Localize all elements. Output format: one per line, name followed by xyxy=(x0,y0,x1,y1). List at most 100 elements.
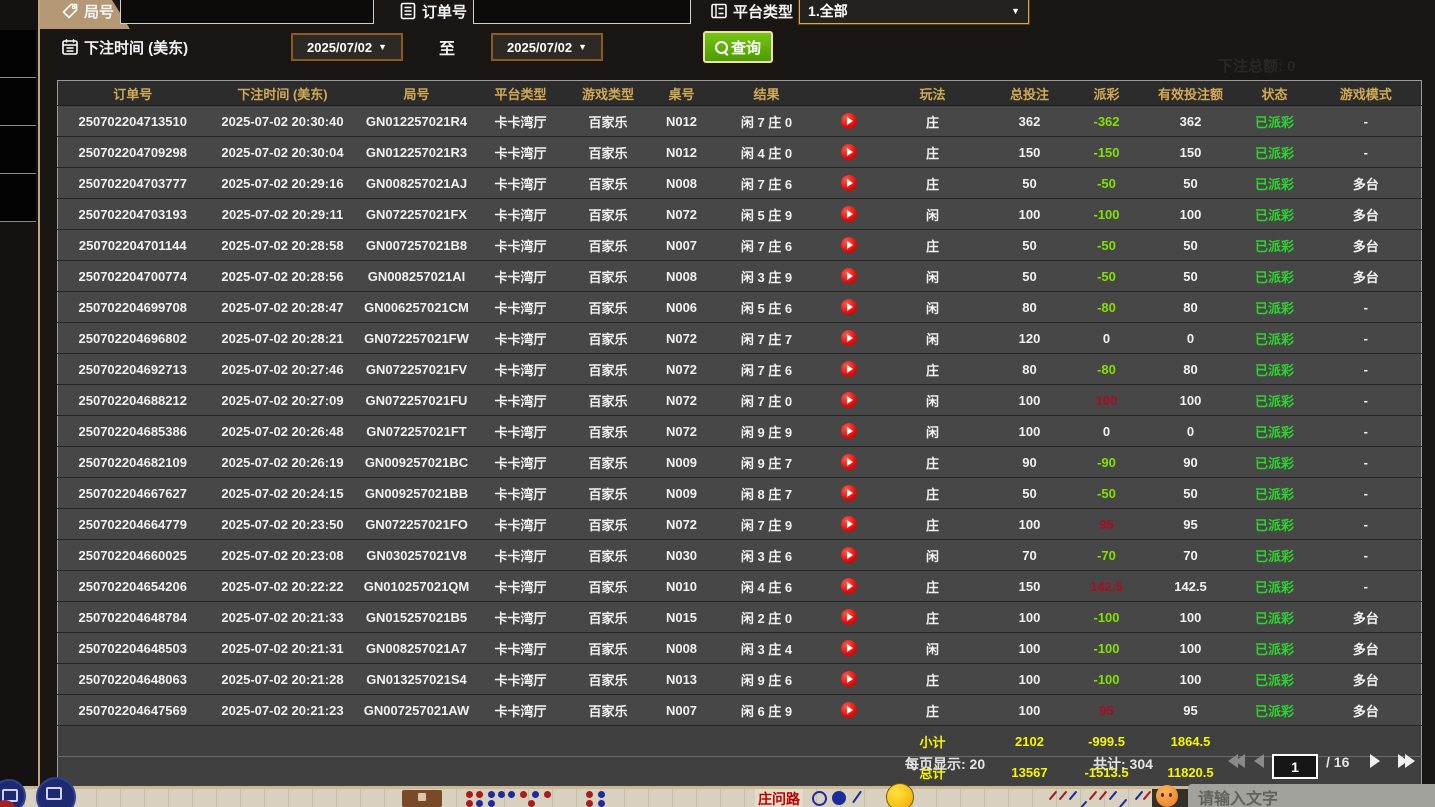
cell-platform: 卡卡湾厅 xyxy=(475,384,566,416)
cell-time: 2025-07-02 20:24:15 xyxy=(207,477,358,509)
replay-button[interactable] xyxy=(840,609,857,626)
replay-button[interactable] xyxy=(840,144,857,161)
table-row: 250702204709298 2025-07-02 20:30:04 GN0122… xyxy=(57,136,1422,168)
cell-payout: 142.5 xyxy=(1070,570,1143,602)
cell-bet: 庄 xyxy=(876,570,989,602)
table-row: 250702204696802 2025-07-02 20:28:21 GN0722… xyxy=(57,322,1422,354)
background-menu-box xyxy=(0,30,36,78)
cell-bet: 闲 xyxy=(876,415,989,447)
table-body: 250702204713510 2025-07-02 20:30:40 GN0122… xyxy=(57,105,1422,726)
bet-time-label: 下注时间 (美东) xyxy=(84,39,189,57)
replay-button[interactable] xyxy=(840,423,857,440)
cell-game: 百家乐 xyxy=(565,601,651,633)
cell-status: 已派彩 xyxy=(1238,105,1311,137)
replay-button[interactable] xyxy=(840,454,857,471)
cell-order: 250702204660025 xyxy=(57,539,208,571)
table-row: 250702204685386 2025-07-02 20:26:48 GN0722… xyxy=(57,415,1422,447)
total-count-label: 共计: 304 xyxy=(1093,756,1153,772)
cell-replay xyxy=(820,353,877,385)
cell-valid_bet: 362 xyxy=(1142,105,1239,137)
cell-total_bet: 50 xyxy=(988,260,1071,292)
replay-button[interactable] xyxy=(840,113,857,130)
cell-replay xyxy=(820,508,877,540)
replay-button[interactable] xyxy=(840,206,857,223)
cell-status: 已派彩 xyxy=(1238,477,1311,509)
cell-mode: - xyxy=(1310,105,1422,137)
cell-round: GN008257021AI xyxy=(357,260,476,292)
replay-button[interactable] xyxy=(840,237,857,254)
replay-button[interactable] xyxy=(840,175,857,192)
cell-total_bet: 150 xyxy=(988,570,1071,602)
cell-total_bet: 120 xyxy=(988,322,1071,354)
cell-result: 闲 4 庄 0 xyxy=(712,136,821,168)
cell-replay xyxy=(820,105,877,137)
background-menu-box xyxy=(0,126,36,174)
previous-page-button[interactable] xyxy=(1254,754,1264,768)
page-number-input[interactable]: 1 xyxy=(1272,754,1318,779)
platform-select[interactable]: 1.全部 ▼ xyxy=(798,0,1031,25)
cell-order: 250702204682109 xyxy=(57,446,208,478)
cell-payout: -90 xyxy=(1070,446,1143,478)
replay-button[interactable] xyxy=(840,671,857,688)
cell-round: GN007257021AW xyxy=(357,694,476,726)
cell-status: 已派彩 xyxy=(1238,229,1311,261)
cell-game: 百家乐 xyxy=(565,415,651,447)
cell-platform: 卡卡湾厅 xyxy=(475,694,566,726)
cell-time: 2025-07-02 20:28:47 xyxy=(207,291,358,323)
cell-bet: 庄 xyxy=(876,601,989,633)
replay-button[interactable] xyxy=(840,578,857,595)
table-row: 250702204701144 2025-07-02 20:28:58 GN0072… xyxy=(57,229,1422,261)
cell-time: 2025-07-02 20:21:31 xyxy=(207,632,358,664)
replay-button[interactable] xyxy=(840,485,857,502)
query-button[interactable]: 查询 xyxy=(703,31,774,63)
replay-button[interactable] xyxy=(840,702,857,719)
bet-records-page: 下注总额: 0 局号 订单号 平台类型 1.全部 ▼ 下注时间 (美东) 202… xyxy=(0,0,1435,807)
cell-table: N013 xyxy=(650,663,713,695)
table-row: 250702204660025 2025-07-02 20:23:08 GN0302… xyxy=(57,539,1422,571)
column-header: 结果 xyxy=(712,80,821,106)
replay-button[interactable] xyxy=(840,392,857,409)
chat-input[interactable]: 请输入文字 xyxy=(1188,784,1435,807)
replay-button[interactable] xyxy=(840,299,857,316)
cell-result: 闲 7 庄 9 xyxy=(712,508,821,540)
replay-button[interactable] xyxy=(840,640,857,657)
cell-platform: 卡卡湾厅 xyxy=(475,167,566,199)
date-to-picker[interactable]: 2025/07/02 ▼ xyxy=(491,33,604,61)
cell-status: 已派彩 xyxy=(1238,508,1311,540)
replay-button[interactable] xyxy=(840,516,857,533)
cell-result: 闲 7 庄 6 xyxy=(712,229,821,261)
round-input[interactable] xyxy=(120,0,375,24)
cell-total_bet: 150 xyxy=(988,136,1071,168)
cell-replay xyxy=(820,601,877,633)
page-number-value: 1 xyxy=(1291,758,1299,775)
cell-payout: -80 xyxy=(1070,291,1143,323)
order-input[interactable] xyxy=(473,0,692,24)
replay-button[interactable] xyxy=(840,361,857,378)
background-ring-symbol xyxy=(812,791,827,806)
cell-round: GN015257021B5 xyxy=(357,601,476,633)
replay-button[interactable] xyxy=(840,268,857,285)
cell-order: 250702204696802 xyxy=(57,322,208,354)
cell-replay xyxy=(820,570,877,602)
cell-bet: 庄 xyxy=(876,229,989,261)
first-page-button[interactable] xyxy=(1228,754,1245,768)
replay-button[interactable] xyxy=(840,547,857,564)
cell-order: 250702204648503 xyxy=(57,632,208,664)
cell-platform: 卡卡湾厅 xyxy=(475,663,566,695)
cell-time: 2025-07-02 20:30:40 xyxy=(207,105,358,137)
replay-button[interactable] xyxy=(840,330,857,347)
cell-payout: 100 xyxy=(1070,384,1143,416)
cell-payout: -100 xyxy=(1070,632,1143,664)
cell-total_bet: 90 xyxy=(988,446,1071,478)
cell-order: 250702204703193 xyxy=(57,198,208,230)
cell-total_bet: 80 xyxy=(988,353,1071,385)
cell-platform: 卡卡湾厅 xyxy=(475,601,566,633)
chevron-down-icon: ▼ xyxy=(578,42,588,52)
next-page-button[interactable] xyxy=(1370,754,1380,768)
background-chest-icon xyxy=(402,790,442,807)
cell-table: N072 xyxy=(650,322,713,354)
date-from-picker[interactable]: 2025/07/02 ▼ xyxy=(291,33,403,61)
cell-bet: 庄 xyxy=(876,663,989,695)
tag-icon xyxy=(60,1,80,21)
last-page-button[interactable] xyxy=(1398,754,1415,768)
